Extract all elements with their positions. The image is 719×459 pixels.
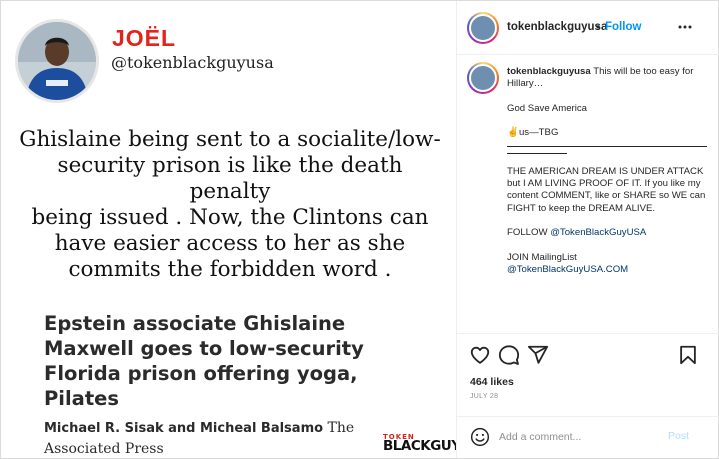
article-headline: Epstein associate Ghislaine Maxwell goes… — [44, 311, 424, 411]
header-username[interactable]: tokenblackguyusa — [507, 21, 607, 33]
join-label: JOIN MailingList — [507, 251, 577, 263]
caption-signoff: us—TBG — [518, 127, 559, 139]
comment-icon[interactable] — [498, 344, 520, 366]
author-avatar — [15, 19, 99, 103]
logo-bottom-text: BLACKGUY — [383, 438, 456, 454]
author-name: JOËL — [112, 25, 177, 51]
post-sidebar: tokenblackguyusa • Follow tokenblackguyu… — [456, 1, 719, 458]
caption-divider — [507, 140, 707, 147]
caption-avatar[interactable] — [467, 62, 499, 94]
byline-authors: Michael R. Sisak and Micheal Balsamo — [44, 421, 324, 436]
caption-username[interactable]: tokenblackguyusa — [507, 66, 591, 77]
post-header: tokenblackguyusa • Follow — [457, 1, 719, 55]
like-count[interactable]: 464 likes — [470, 376, 514, 388]
follow-button[interactable]: Follow — [605, 21, 641, 33]
join-link[interactable]: @TokenBlackGuyUSA.COM — [507, 264, 707, 276]
headline-line: Epstein associate Ghislaine — [44, 312, 346, 335]
byline-source: The — [327, 420, 355, 436]
peace-emoji-icon: ✌ — [507, 127, 519, 139]
follow-prefix: FOLLOW — [507, 227, 548, 239]
post-comment-button[interactable]: Post — [668, 430, 689, 442]
quote-line: being issued . Now, the Clintons can — [31, 205, 429, 230]
emoji-icon[interactable] — [470, 427, 490, 447]
header-avatar[interactable] — [467, 12, 499, 44]
header-separator: • — [596, 20, 601, 34]
quote-line: commits the forbidden word . — [68, 257, 392, 282]
comment-input[interactable] — [499, 429, 649, 445]
headline-line: Pilates — [44, 387, 119, 410]
more-options-icon[interactable] — [678, 19, 692, 35]
share-icon[interactable] — [527, 344, 549, 366]
headline-line: Maxwell goes to low-security — [44, 337, 364, 360]
heart-icon[interactable] — [469, 344, 491, 366]
author-handle: @tokenblackguyusa — [111, 53, 274, 72]
quote-line: have easier access to her as she — [54, 231, 406, 256]
headline-line: Florida prison offering yoga, — [44, 362, 358, 385]
caption-line-2: God Save America — [507, 102, 587, 114]
caption-divider-short — [507, 147, 567, 154]
article-byline: Michael R. Sisak and Micheal Balsamo The… — [44, 418, 384, 458]
bookmark-icon[interactable] — [677, 344, 699, 366]
action-bar: 464 likes JULY 28 — [457, 333, 719, 424]
post-image[interactable]: JOËL @tokenblackguyusa Ghislaine being s… — [1, 1, 456, 458]
post-date: JULY 28 — [470, 393, 499, 400]
comment-bar: Post — [457, 416, 719, 458]
caption-body: THE AMERICAN DREAM IS UNDER ATTACK but I… — [507, 165, 706, 214]
caption-text: tokenblackguyusa This will be too easy f… — [507, 66, 707, 276]
byline-source-2: Associated Press — [44, 441, 164, 457]
quote-line: Ghislaine being sent to a socialite/low- — [19, 127, 441, 152]
caption-area[interactable]: tokenblackguyusa This will be too easy f… — [457, 56, 719, 333]
quote-line: security prison is like the death penalt… — [57, 153, 403, 204]
follow-link[interactable]: @TokenBlackGuyUSA — [550, 227, 646, 238]
quote-text: Ghislaine being sent to a socialite/low-… — [15, 127, 445, 283]
brand-logo: TOKEN BLACKGUY — [383, 433, 456, 457]
